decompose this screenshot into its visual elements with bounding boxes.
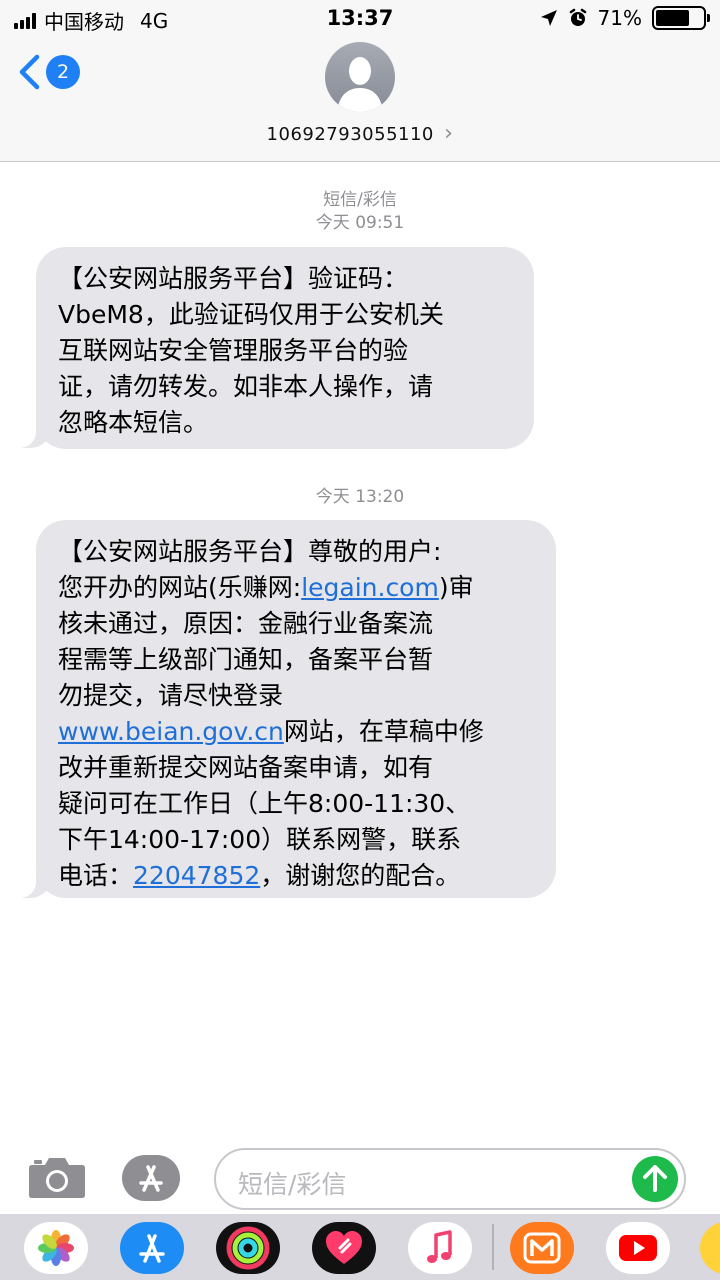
drawer-divider bbox=[492, 1224, 494, 1270]
message-text: 您开办的网站(乐赚网: bbox=[58, 573, 302, 602]
conversation-header: 中国移动 4G 13:37 71% 2 10692793055110 › bbox=[0, 0, 720, 162]
message-line: 疑问可在工作日（上午8:00-11:30、 bbox=[58, 789, 471, 818]
status-right: 71% bbox=[540, 6, 710, 30]
message-line: 【公安网站服务平台】验证码： bbox=[58, 264, 409, 293]
message-line: 程需等上级部门通知，备案平台暂 bbox=[58, 645, 434, 674]
message-bubble-2[interactable]: 【公安网站服务平台】尊敬的用户: 您开办的网站(乐赚网:legain.com)审核… bbox=[36, 520, 556, 898]
app-store-button[interactable] bbox=[122, 1155, 180, 1201]
unread-badge: 2 bbox=[46, 55, 80, 89]
message-input-placeholder: 短信/彩信 bbox=[238, 1170, 347, 1199]
photos-app-icon[interactable] bbox=[24, 1222, 88, 1274]
app-drawer bbox=[0, 1214, 720, 1280]
message-line: 您开办的网站(乐赚网:legain.com)审 bbox=[58, 570, 536, 606]
service-label: 短信/彩信 bbox=[323, 190, 397, 210]
app-store-icon bbox=[139, 1165, 163, 1192]
message-line: 改并重新提交网站备案申请，如有 bbox=[58, 753, 434, 782]
message-line: 核未通过，原因：金融行业备案流 bbox=[58, 609, 434, 638]
phone-link[interactable]: 22047852 bbox=[133, 861, 260, 890]
digital-touch-app-icon[interactable] bbox=[312, 1222, 376, 1274]
battery-level bbox=[656, 10, 689, 26]
person-silhouette-icon bbox=[337, 57, 383, 112]
website-link[interactable]: legain.com bbox=[301, 573, 439, 602]
chevron-right-icon: › bbox=[444, 121, 454, 146]
message-line: 勿提交，请尽快登录 bbox=[58, 681, 284, 710]
message-line: 电话：22047852，谢谢您的配合。 bbox=[58, 858, 536, 894]
message-line: 互联网站安全管理服务平台的验 bbox=[58, 336, 409, 365]
timestamp-2: 今天 13:20 bbox=[315, 487, 405, 507]
message-line: 下午14:00-17:00）联系网警，联系 bbox=[58, 825, 462, 854]
message-text: ，谢谢您的配合。 bbox=[260, 861, 461, 890]
youtube-app-icon[interactable] bbox=[606, 1222, 670, 1274]
contact-details-link[interactable]: 10692793055110 › bbox=[0, 121, 720, 146]
message-bubble-1[interactable]: 【公安网站服务平台】验证码： VbeM8，此验证码仅用于公安机关 互联网站安全管理服… bbox=[36, 247, 534, 449]
message-input[interactable]: 短信/彩信 bbox=[214, 1148, 686, 1210]
camera-icon bbox=[29, 1158, 85, 1198]
message-text: 电话： bbox=[58, 861, 134, 890]
message-text: 网站，在草稿中修 bbox=[283, 717, 484, 746]
timestamp-1: 今天 09:51 bbox=[315, 213, 405, 233]
send-arrow-icon bbox=[643, 1165, 667, 1192]
activity-app-icon[interactable] bbox=[216, 1222, 280, 1274]
message-line: www.beian.gov.cn网站，在草稿中修 bbox=[58, 714, 536, 750]
alarm-clock-icon bbox=[569, 8, 586, 26]
location-arrow-icon bbox=[540, 10, 557, 26]
contact-avatar[interactable] bbox=[325, 42, 395, 112]
beian-link[interactable]: www.beian.gov.cn bbox=[58, 717, 284, 746]
send-button[interactable] bbox=[632, 1156, 678, 1202]
status-bar: 中国移动 4G 13:37 71% bbox=[0, 0, 720, 36]
contact-number: 10692793055110 bbox=[266, 124, 434, 145]
message-line: 【公安网站服务平台】尊敬的用户: bbox=[58, 537, 442, 566]
app-store-app-icon[interactable] bbox=[120, 1222, 184, 1274]
message-line: 证，请勿转发。如非本人操作，请 bbox=[58, 372, 434, 401]
message-line: VbeM8，此验证码仅用于公安机关 bbox=[58, 300, 444, 329]
battery-percent: 71% bbox=[597, 6, 642, 30]
message-text: )审 bbox=[438, 573, 474, 602]
battery-icon bbox=[652, 6, 710, 30]
back-button[interactable]: 2 bbox=[18, 52, 88, 92]
music-app-icon[interactable] bbox=[408, 1222, 472, 1274]
message-line: 忽略本短信。 bbox=[58, 408, 209, 437]
mango-tv-app-icon[interactable] bbox=[510, 1222, 574, 1274]
camera-button[interactable] bbox=[28, 1155, 86, 1199]
chevron-left-icon bbox=[19, 54, 40, 90]
sticker-app-icon[interactable] bbox=[700, 1222, 720, 1274]
